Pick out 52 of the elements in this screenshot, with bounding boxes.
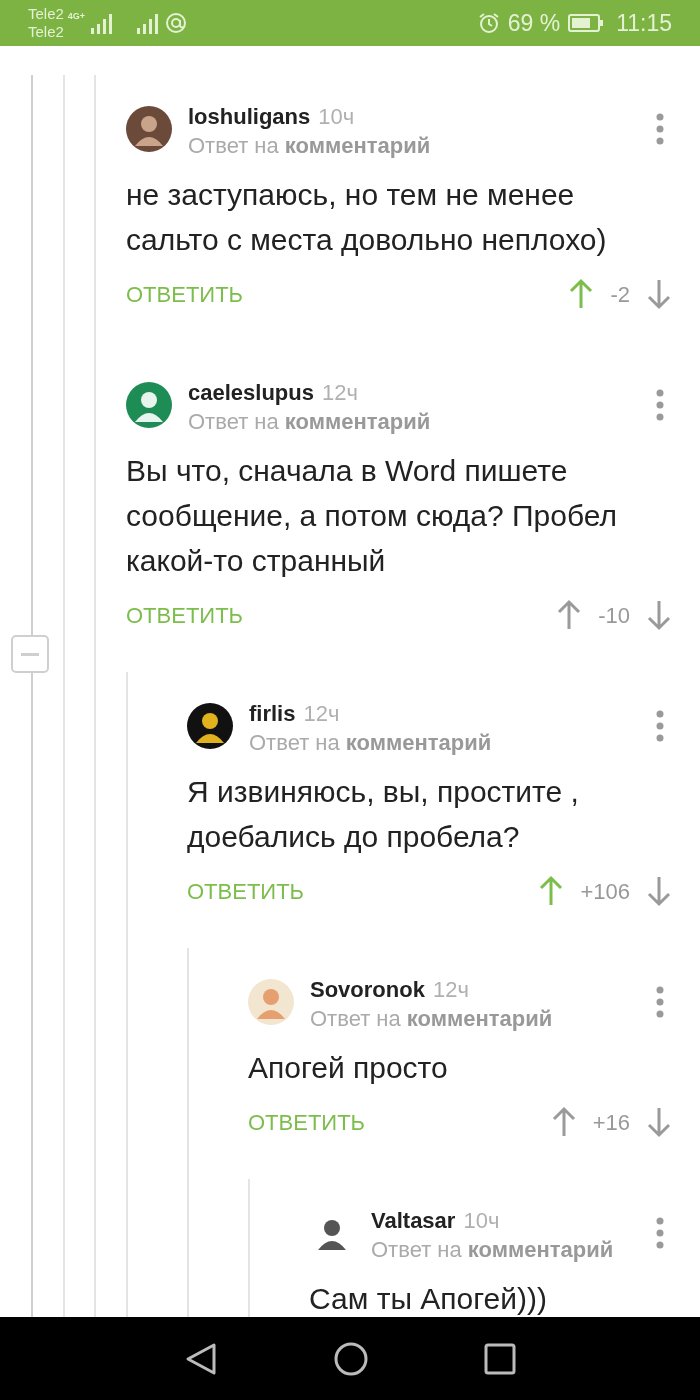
alarm-icon	[477, 12, 500, 34]
avatar[interactable]	[126, 106, 172, 152]
collapse-button[interactable]	[11, 635, 49, 673]
carrier-name: Tele2	[28, 23, 64, 41]
comment-time: 10ч	[318, 103, 355, 131]
rating-score: +16	[592, 1108, 630, 1137]
downvote-arrow-icon[interactable]	[646, 599, 672, 631]
upvote-arrow-icon[interactable]	[538, 875, 565, 907]
upvote-arrow-icon[interactable]	[568, 278, 595, 310]
more-menu-icon[interactable]	[656, 389, 664, 421]
username[interactable]: Valtasar	[371, 1204, 456, 1237]
comment-text: Я извиняюсь, вы, простите , доебались до пробела?	[187, 774, 580, 855]
downvote-arrow-icon[interactable]	[646, 1106, 672, 1138]
comment-text: Апогей просто	[248, 1050, 449, 1086]
more-menu-icon[interactable]	[656, 986, 664, 1018]
minus-icon	[21, 652, 39, 656]
username[interactable]: caeleslupus	[188, 376, 314, 409]
comment-time: 12ч	[321, 379, 358, 407]
upvote-arrow-icon[interactable]	[550, 1106, 577, 1138]
comment-text: не заступаюсь, но тем не менее сальто с места довольно неплохо)	[126, 177, 608, 258]
comment-text: Сам ты Апогей)))	[309, 1281, 548, 1317]
rating-score: -10	[598, 601, 630, 630]
at-sign-icon	[165, 12, 188, 34]
comment-time: 10ч	[463, 1207, 500, 1235]
clock-time: 11:15	[616, 8, 672, 38]
reply-to-label: Ответ на комментарий	[310, 1006, 554, 1031]
home-icon[interactable]	[333, 1340, 369, 1377]
upvote-arrow-icon[interactable]	[556, 599, 583, 631]
network-type: 4G+	[67, 10, 86, 24]
reply-to-label: Ответ на комментарий	[188, 409, 432, 434]
username[interactable]: Sovoronok	[310, 973, 425, 1006]
comment-text: Вы что, сначала в Word пишете сообщение, а потом сюда? Пробел какой-то странный	[126, 453, 618, 579]
avatar[interactable]	[187, 703, 233, 749]
comment-time: 12ч	[303, 700, 340, 728]
carrier-name: Tele2	[28, 5, 64, 23]
comment-time: 12ч	[432, 976, 469, 1004]
rating-score: +106	[580, 877, 630, 906]
rating-score: -2	[610, 280, 630, 309]
battery-percent: 69 %	[507, 8, 561, 38]
downvote-arrow-icon[interactable]	[646, 278, 672, 310]
reply-to-label: Ответ на комментарий	[188, 133, 432, 158]
username[interactable]: firlis	[249, 697, 296, 730]
more-menu-icon[interactable]	[656, 1217, 664, 1249]
battery-icon	[568, 13, 605, 33]
reply-to-label: Ответ на комментарий	[371, 1237, 615, 1262]
more-menu-icon[interactable]	[656, 113, 664, 145]
recent-apps-icon[interactable]	[484, 1342, 516, 1375]
more-menu-icon[interactable]	[656, 710, 664, 742]
username[interactable]: loshuligans	[188, 100, 311, 133]
back-icon[interactable]	[184, 1341, 218, 1376]
downvote-arrow-icon[interactable]	[646, 875, 672, 907]
reply-to-label: Ответ на комментарий	[249, 730, 493, 755]
